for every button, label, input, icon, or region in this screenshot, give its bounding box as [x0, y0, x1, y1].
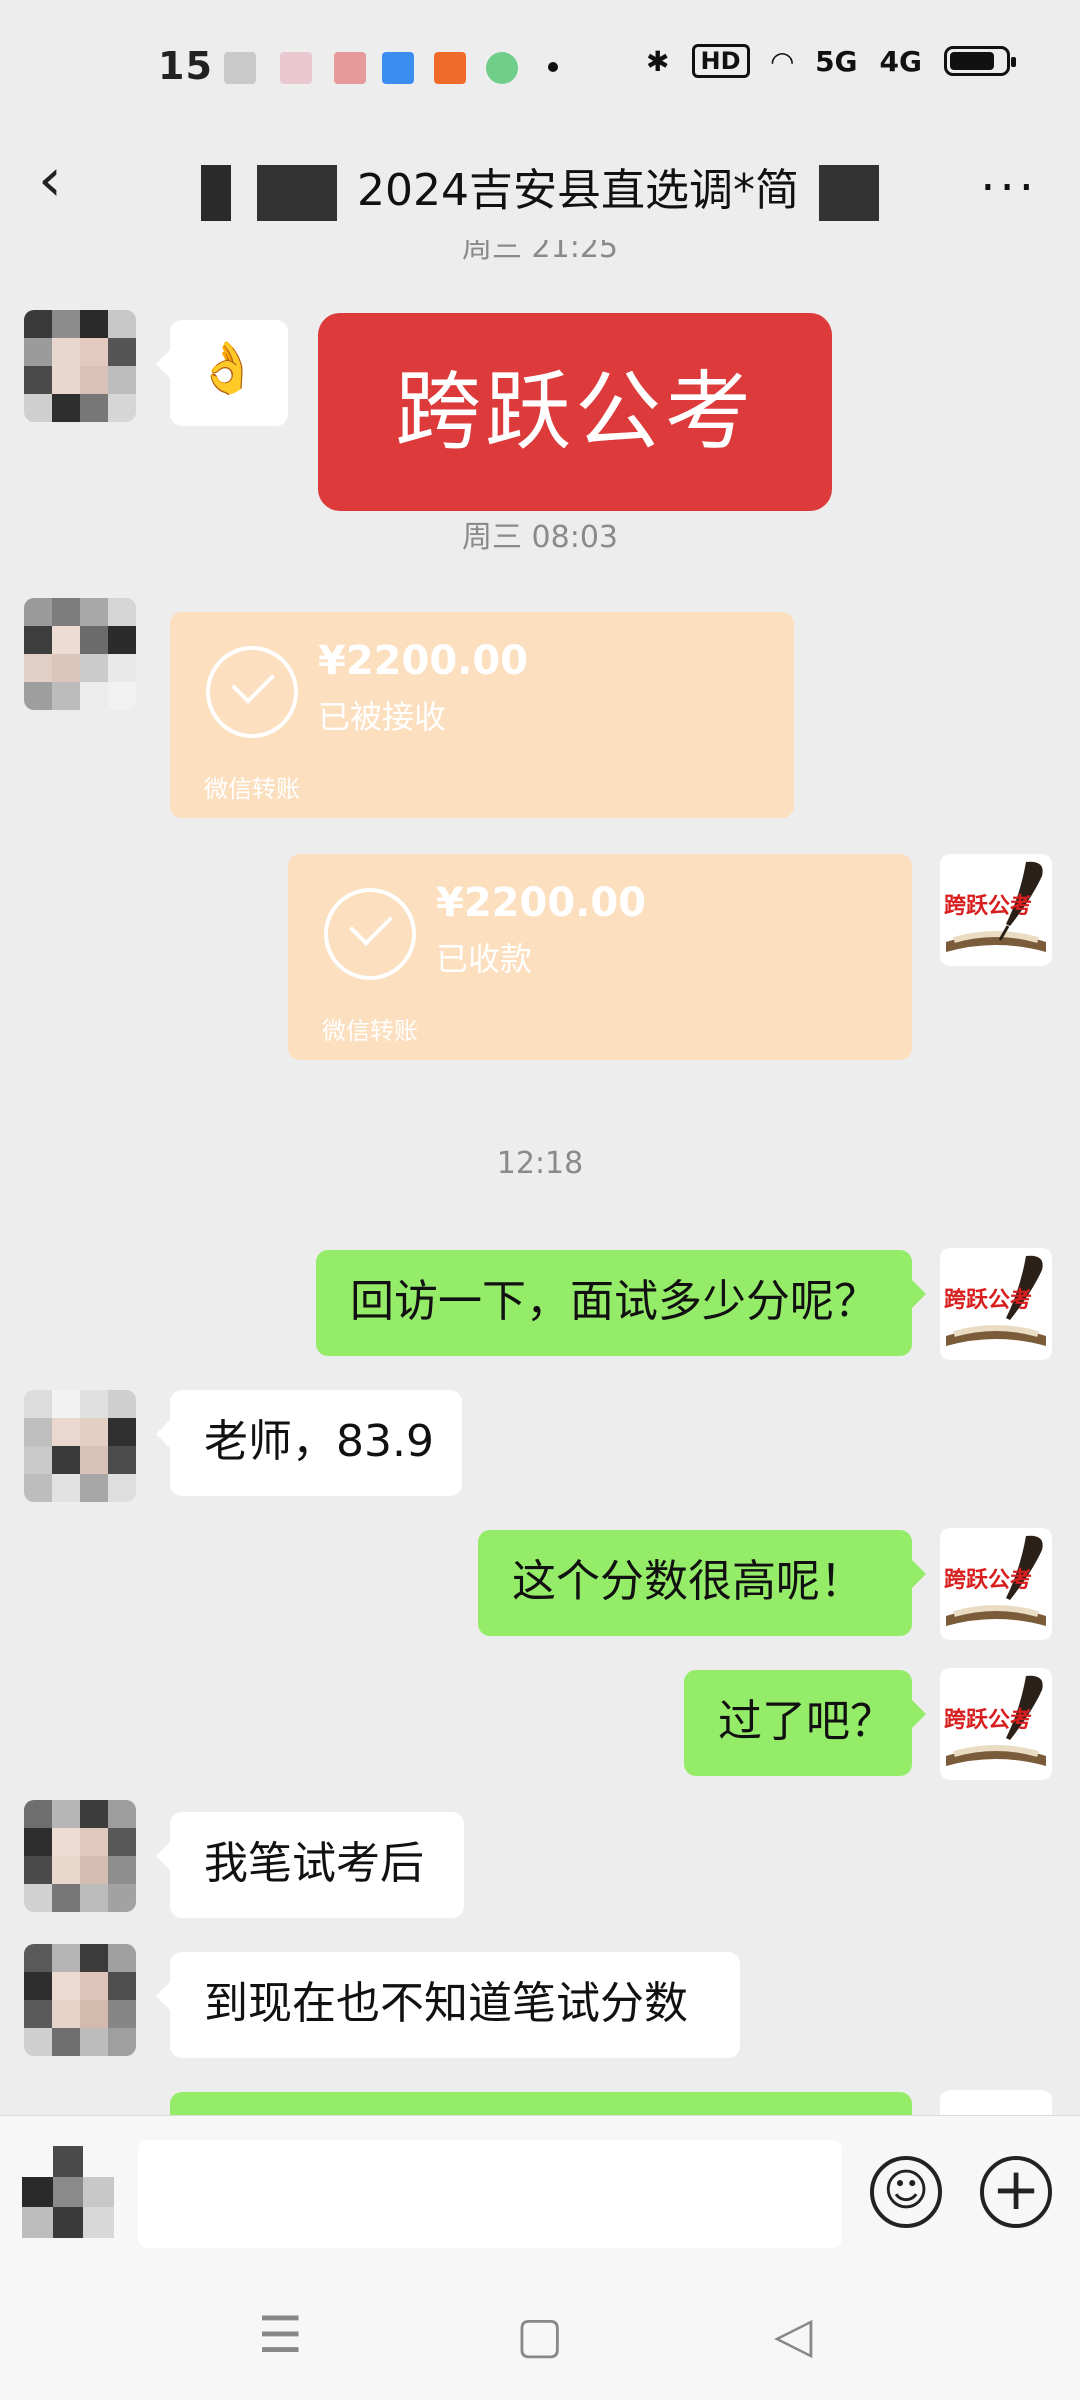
- status-indicators: ✱ HD ◠ 5G 4G: [646, 44, 1016, 78]
- app-notification-icon: [486, 52, 518, 84]
- blurred-icon: [224, 52, 256, 84]
- app-notification-icon: [434, 52, 466, 84]
- wechat-transfer-collected[interactable]: ¥2200.00 已收款 微信转账: [288, 854, 912, 1060]
- check-circle-icon: [206, 646, 298, 738]
- message-bubble-me-partial[interactable]: [170, 2092, 912, 2115]
- avatar[interactable]: [24, 1944, 136, 2056]
- system-navigation-bar: ☰ ▢ ◁: [0, 2280, 1080, 2400]
- my-avatar[interactable]: 跨跃公考: [940, 854, 1052, 966]
- logo-text: 跨跃公考: [944, 1708, 1033, 1733]
- avatar[interactable]: [24, 598, 136, 710]
- emoji-icon[interactable]: ☺: [870, 2156, 942, 2228]
- check-circle-icon: [324, 888, 416, 980]
- my-avatar[interactable]: 跨跃公考: [940, 1528, 1052, 1640]
- battery-icon: [944, 46, 1016, 76]
- transfer-amount: ¥2200.00: [436, 880, 647, 926]
- message-bubble-other[interactable]: 老师，83.9: [156, 1390, 462, 1496]
- status-bar: 15 ✱ HD ◠ 5G 4G: [0, 0, 1080, 130]
- 4g-signal-icon: 4G: [879, 44, 922, 78]
- blurred-region: [201, 165, 231, 221]
- bluetooth-icon: ✱: [646, 44, 670, 78]
- wechat-transfer-received[interactable]: ¥2200.00 已被接收 微信转账: [170, 612, 794, 818]
- logo-text: 跨跃公考: [944, 1288, 1033, 1313]
- logo-text: 跨跃公考: [944, 894, 1033, 919]
- transfer-label: 微信转账: [204, 775, 300, 803]
- notification-icon: [334, 52, 366, 84]
- my-avatar[interactable]: [940, 2090, 1052, 2115]
- transfer-amount: ¥2200.00: [318, 638, 529, 684]
- message-bubble-other[interactable]: 我笔试考后: [156, 1812, 464, 1918]
- message-bubble-me[interactable]: 回访一下，面试多少分呢？: [316, 1250, 926, 1356]
- app-notification-icon: [382, 52, 414, 84]
- chat-header: ‹ 2024吉安县直选调*简 ···: [0, 130, 1080, 240]
- avatar[interactable]: [24, 1800, 136, 1912]
- avatar[interactable]: [24, 310, 136, 422]
- message-list[interactable]: 周三 21:25 👌 跨跃公考 周三 08:03 ¥2200.00 已被接收 微…: [0, 240, 1080, 2115]
- status-time: 15: [158, 44, 213, 88]
- message-bubble-me[interactable]: 这个分数很高呢！: [478, 1530, 926, 1636]
- timestamp: 12:18: [496, 1146, 584, 1181]
- 5g-signal-icon: 5G: [815, 44, 858, 78]
- menu-icon[interactable]: ☰: [258, 2306, 303, 2364]
- chat-title-text: 2024吉安县直选调*简: [357, 165, 799, 216]
- message-bubble-me[interactable]: 过了吧？: [684, 1670, 926, 1776]
- chat-title: 2024吉安县直选调*简: [0, 154, 1080, 221]
- message-input[interactable]: [138, 2140, 842, 2248]
- plus-icon[interactable]: +: [980, 2156, 1052, 2228]
- timestamp: 周三 21:25: [462, 240, 618, 265]
- logo-text: 跨跃公考: [944, 1568, 1033, 1593]
- transfer-status: 已被接收: [318, 698, 447, 736]
- input-bar: ☺ +: [0, 2115, 1080, 2281]
- blurred-icon: [280, 52, 312, 84]
- hd-icon: HD: [691, 44, 750, 78]
- home-icon[interactable]: ▢: [516, 2306, 563, 2364]
- wifi-icon: ◠: [771, 44, 794, 78]
- my-avatar[interactable]: 跨跃公考: [940, 1248, 1052, 1360]
- my-avatar[interactable]: 跨跃公考: [940, 1668, 1052, 1780]
- back-triangle-icon[interactable]: ◁: [774, 2306, 812, 2364]
- voice-toggle-icon[interactable]: [22, 2146, 114, 2238]
- blurred-region: [818, 165, 879, 221]
- avatar[interactable]: [24, 1390, 136, 1502]
- transfer-label: 微信转账: [322, 1017, 418, 1045]
- dot-icon: [548, 62, 558, 72]
- emoji-message[interactable]: 👌: [156, 320, 288, 426]
- more-icon[interactable]: ···: [980, 160, 1038, 216]
- image-message[interactable]: 跨跃公考: [318, 313, 832, 511]
- timestamp: 周三 08:03: [462, 520, 618, 555]
- transfer-status: 已收款: [436, 940, 533, 978]
- blurred-region: [257, 165, 337, 221]
- message-bubble-other[interactable]: 到现在也不知道笔试分数: [156, 1952, 740, 2058]
